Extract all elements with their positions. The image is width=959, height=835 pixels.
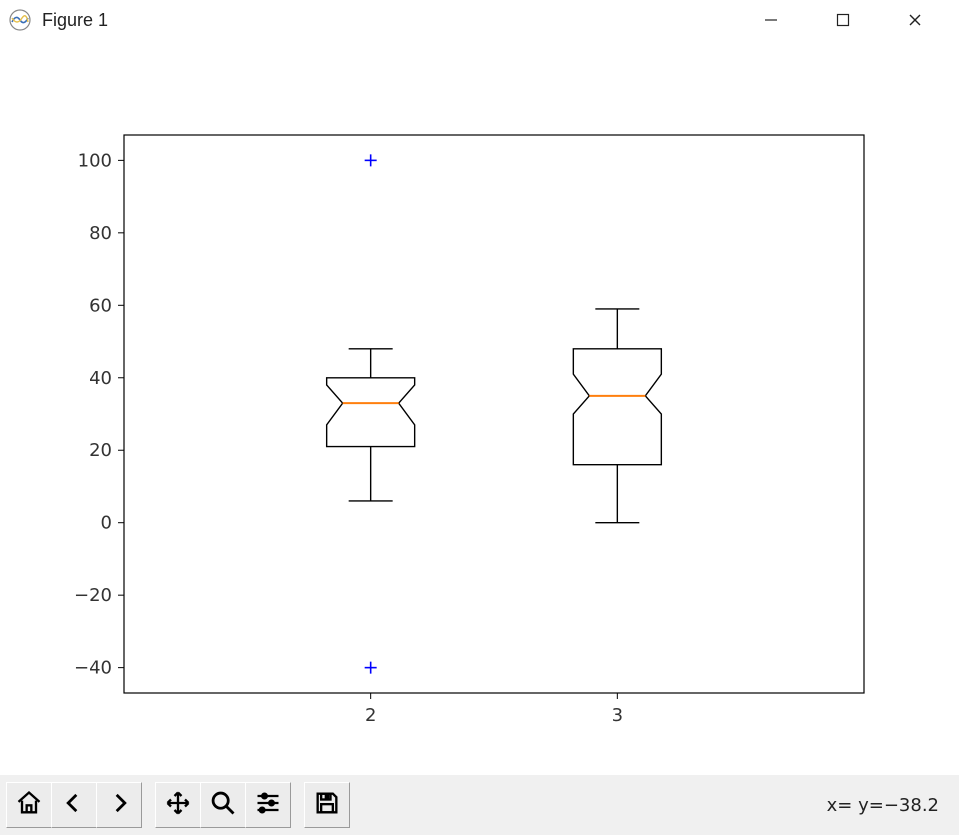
nav-toolbar: x= y=−38.2 <box>0 775 959 835</box>
svg-text:40: 40 <box>89 368 112 389</box>
svg-text:0: 0 <box>101 513 112 534</box>
minimize-button[interactable] <box>735 0 807 40</box>
arrow-left-icon <box>60 789 88 822</box>
svg-text:100: 100 <box>78 150 112 171</box>
move-icon <box>164 789 192 822</box>
arrow-right-icon <box>105 789 133 822</box>
home-button[interactable] <box>6 782 52 828</box>
back-button[interactable] <box>51 782 97 828</box>
magnify-icon <box>209 789 237 822</box>
forward-button[interactable] <box>96 782 142 828</box>
svg-text:−20: −20 <box>74 585 112 606</box>
figure-canvas[interactable]: −40 −20 0 20 40 60 80 100 2 3 <box>0 40 959 775</box>
svg-text:−40: −40 <box>74 658 112 679</box>
configure-subplots-button[interactable] <box>245 782 291 828</box>
zoom-button[interactable] <box>200 782 246 828</box>
title-bar: Figure 1 <box>0 0 959 40</box>
svg-text:3: 3 <box>612 705 623 726</box>
maximize-button[interactable] <box>807 0 879 40</box>
svg-text:2: 2 <box>365 705 376 726</box>
home-icon <box>15 789 43 822</box>
svg-text:80: 80 <box>89 223 112 244</box>
svg-text:20: 20 <box>89 440 112 461</box>
boxplot-chart: −40 −20 0 20 40 60 80 100 2 3 <box>0 40 959 775</box>
app-icon <box>8 8 32 32</box>
close-button[interactable] <box>879 0 951 40</box>
cursor-coords: x= y=−38.2 <box>827 795 953 816</box>
save-icon <box>313 789 341 822</box>
save-button[interactable] <box>304 782 350 828</box>
window-title: Figure 1 <box>42 10 108 31</box>
sliders-icon <box>254 789 282 822</box>
window-controls <box>735 0 951 40</box>
pan-button[interactable] <box>155 782 201 828</box>
svg-text:60: 60 <box>89 295 112 316</box>
